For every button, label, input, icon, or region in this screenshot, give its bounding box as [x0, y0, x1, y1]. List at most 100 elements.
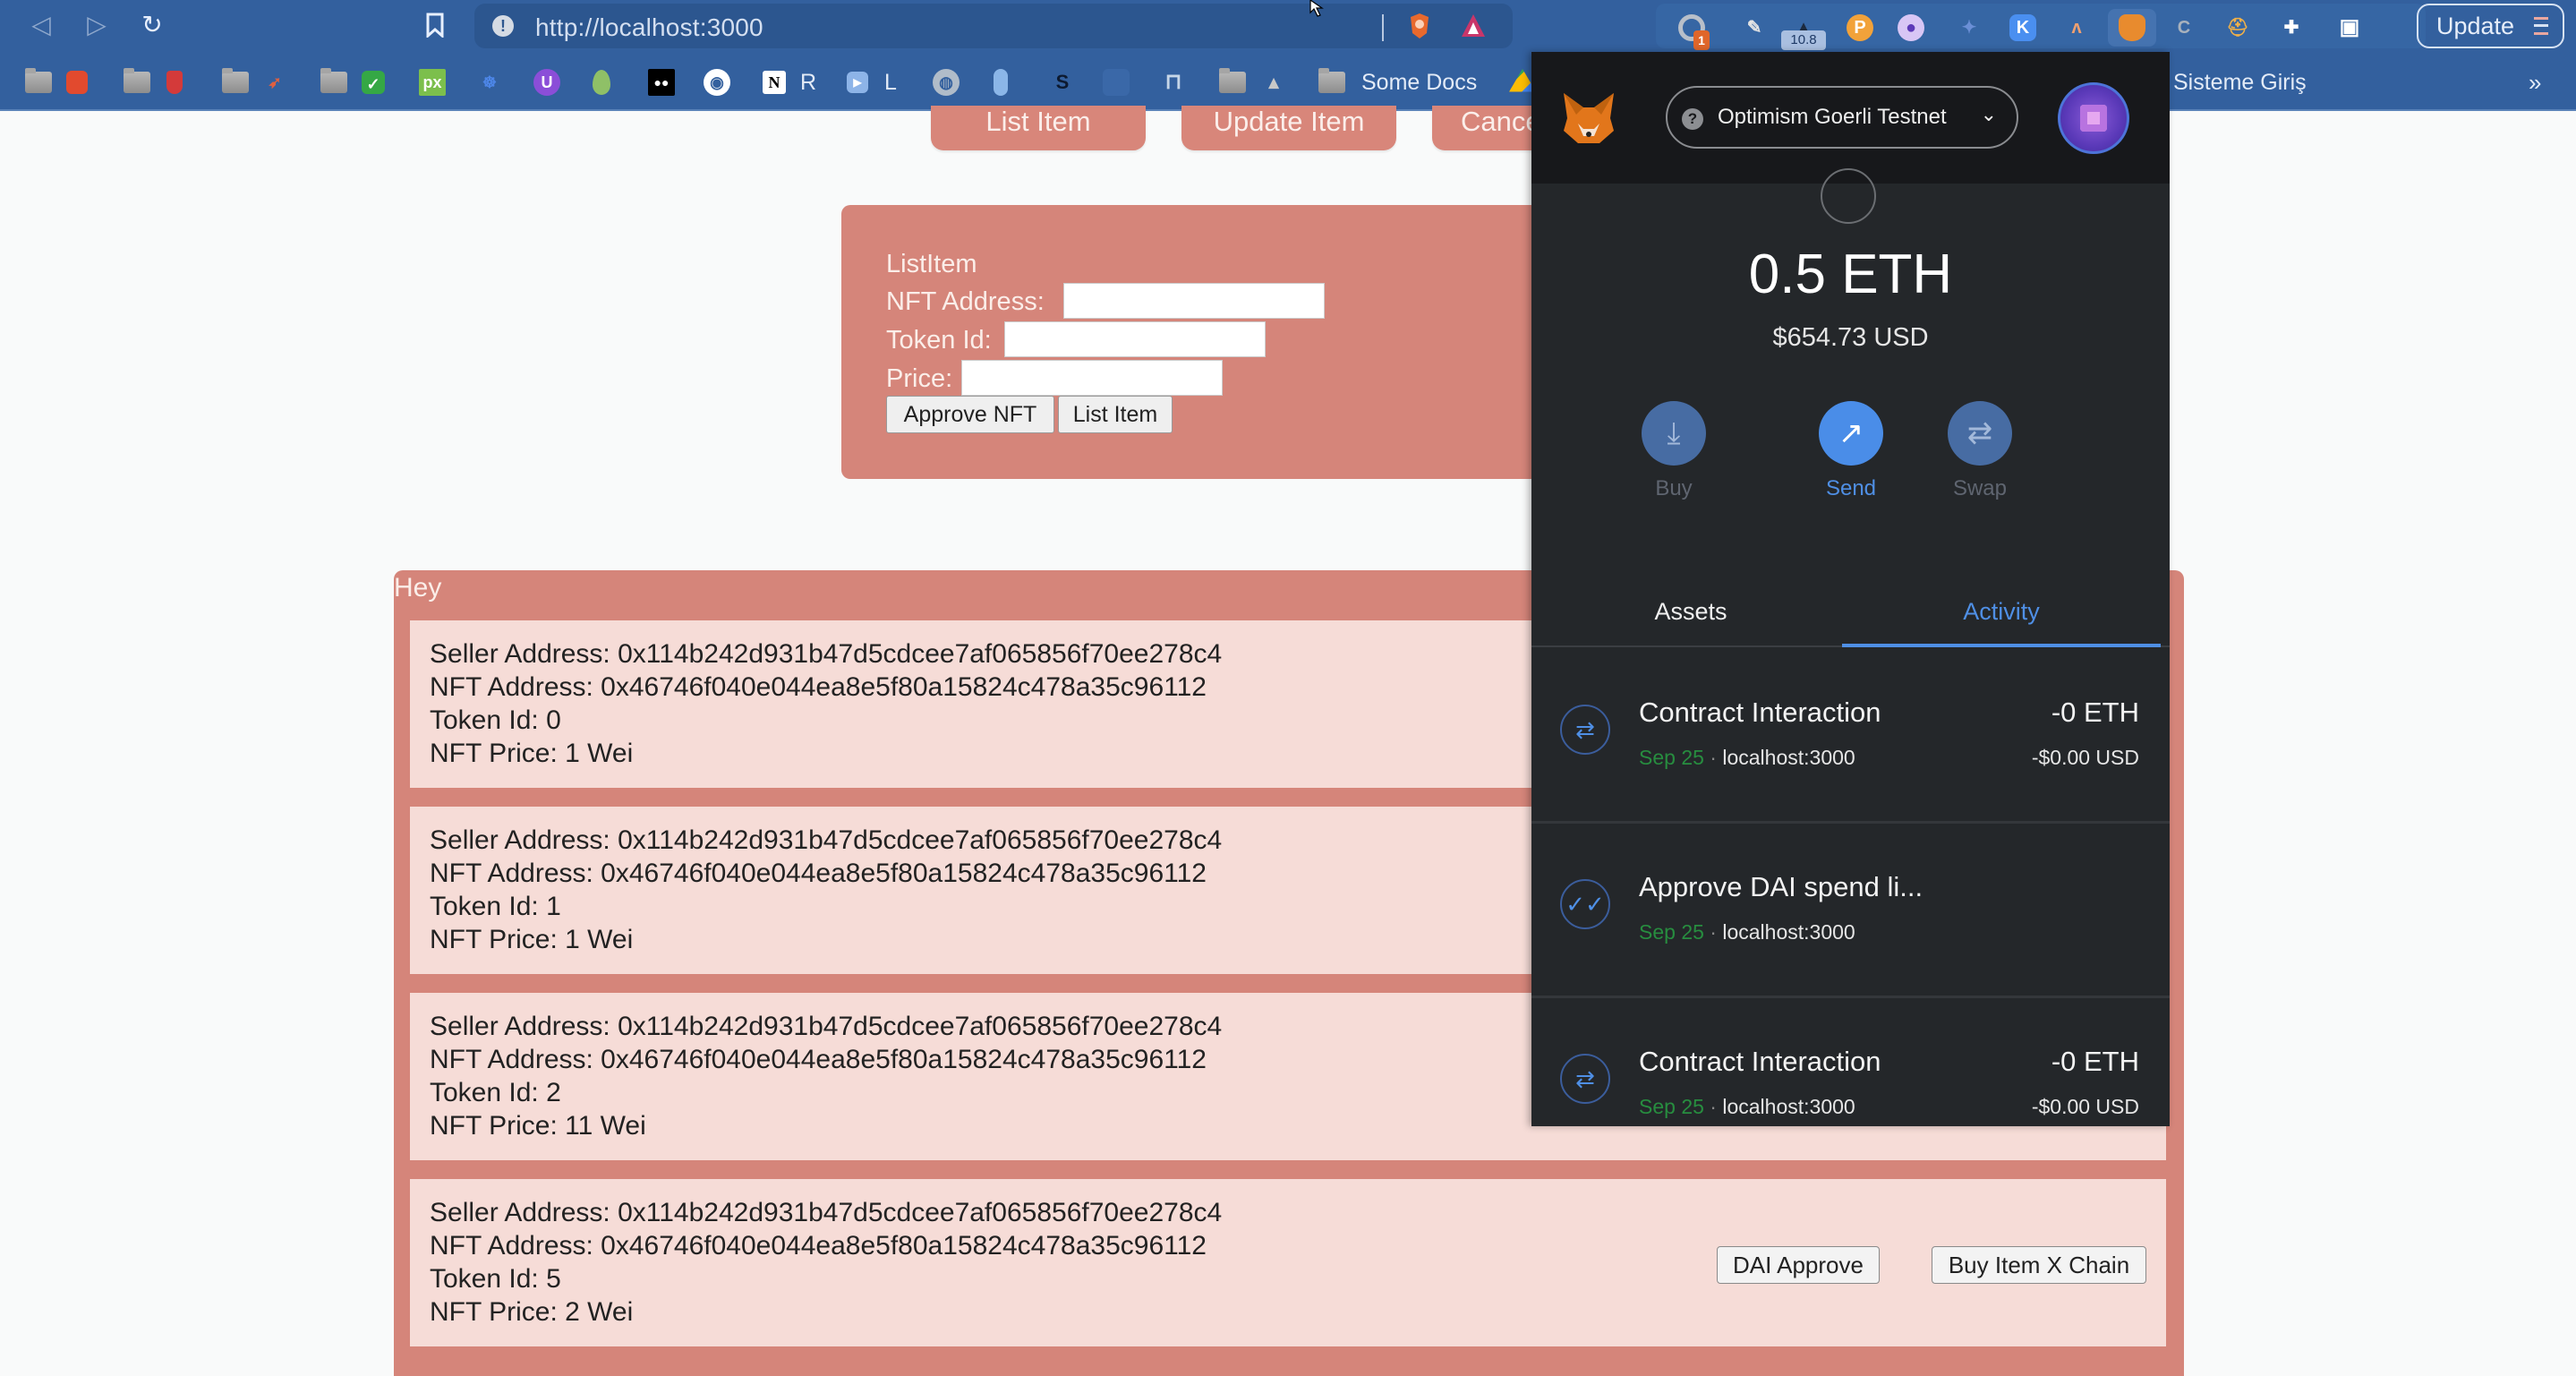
listings-title: Hey — [394, 573, 442, 603]
extensions-bar: 1 ✎ ▲ 10.8 P ● ✦ K ʌ C ⛑ ✚ ▣ — [1656, 4, 2426, 50]
bookmark-folder[interactable] — [222, 68, 249, 97]
list-item-form: ListItem NFT Address: Token Id: Price: A… — [841, 205, 1647, 479]
price-input[interactable] — [961, 360, 1223, 396]
listing-card: Seller Address: 0x114b242d931b47d5cdcee7… — [410, 1179, 2166, 1346]
send-button[interactable]: ↗ Send — [1819, 401, 1883, 501]
bookmark-item[interactable]: ✓ — [362, 68, 385, 97]
tx-origin: localhost:3000 — [1722, 1095, 1855, 1118]
bookmark-label: R — [800, 69, 817, 95]
dai-approve-button[interactable]: DAI Approve — [1717, 1246, 1880, 1284]
satellite-extension-icon[interactable]: ✦ — [1956, 14, 1983, 41]
list-item-nav-button[interactable]: List Item — [931, 106, 1146, 150]
account-avatar[interactable] — [2058, 82, 2129, 154]
bookmark-item-sisteme-giris[interactable]: Sisteme Giriş — [2173, 68, 2307, 97]
helmet-extension-icon[interactable]: ⛑ — [2224, 14, 2251, 41]
brave-rewards-icon[interactable] — [1459, 12, 1488, 40]
p-extension-icon[interactable]: P — [1847, 14, 1873, 41]
activity-item[interactable]: ⇄ Contract Interaction Sep 25 · localhos… — [1531, 649, 2170, 824]
bookmark-folder[interactable] — [124, 68, 150, 97]
tx-date: Sep 25 — [1639, 1095, 1704, 1118]
bookmark-item[interactable]: ◉ — [704, 68, 730, 97]
a-icon: ▴ — [1268, 71, 1279, 93]
buy-item-x-chain-button[interactable]: Buy Item X Chain — [1932, 1246, 2146, 1284]
medium-icon: ●● — [648, 69, 675, 96]
token-id: Token Id: 2 — [430, 1078, 561, 1107]
bookmark-item[interactable]: px — [419, 68, 446, 97]
bookmark-item-r[interactable]: NR — [763, 68, 816, 97]
pen-extension-icon[interactable]: ✎ — [1741, 14, 1768, 41]
tx-date: Sep 25 — [1639, 746, 1704, 769]
network-name: Optimism Goerli Testnet — [1718, 105, 1947, 129]
swap-button[interactable]: ⇄ Swap — [1948, 401, 2012, 501]
bookmark-item[interactable] — [994, 68, 1008, 97]
balance-usd: $654.73 USD — [1772, 323, 1929, 352]
approve-nft-button[interactable]: Approve NFT — [886, 396, 1054, 433]
nft-address-input[interactable] — [1063, 283, 1325, 319]
ghost-extension-icon[interactable]: ● — [1898, 14, 1924, 41]
red-app-icon — [66, 71, 88, 94]
seller-address: Seller Address: 0x114b242d931b47d5cdcee7… — [430, 825, 1223, 855]
bookmark-folder[interactable] — [25, 68, 52, 97]
site-info-icon[interactable]: ! — [492, 15, 514, 37]
bookmarks-bar: ➶ ✓ px ☸ U ●● ◉ NR ▶ L ◍ S ⊓ ▴ Some Docs … — [0, 52, 2576, 111]
tx-amount: -0 ETH — [2051, 697, 2139, 728]
send-label: Send — [1825, 476, 1877, 500]
token-id-input[interactable] — [1004, 321, 1266, 357]
tab-assets[interactable]: Assets — [1531, 589, 1850, 647]
list-item-button[interactable]: List Item — [1058, 396, 1173, 433]
bookmark-item[interactable]: ●● — [648, 68, 675, 97]
forward-button[interactable]: ▷ — [81, 9, 113, 41]
token-id-label: Token Id: — [886, 326, 992, 355]
activity-item[interactable]: ✓✓ Approve DAI spend li... Sep 25 · loca… — [1531, 824, 2170, 998]
buy-button[interactable]: ⤓ Buy — [1642, 401, 1706, 501]
back-button[interactable]: ◁ — [25, 9, 57, 41]
bookmark-item[interactable]: U — [533, 68, 560, 97]
swap-label: Swap — [1952, 476, 2008, 500]
update-button[interactable]: Update — [2417, 4, 2564, 48]
bookmark-folder[interactable] — [1219, 68, 1246, 97]
bookmark-button[interactable] — [419, 9, 451, 41]
tx-title: Approve DAI spend li... — [1639, 871, 1923, 902]
bookmark-folder-some-docs[interactable]: Some Docs — [1318, 68, 1477, 97]
bookmark-item[interactable] — [593, 68, 610, 97]
metamask-tabs: Assets Activity — [1531, 589, 2170, 647]
bookmark-item[interactable]: ☸ — [476, 68, 503, 97]
bookmark-item[interactable]: ◍ — [933, 68, 960, 97]
bookmark-item[interactable] — [166, 68, 183, 97]
bookmark-item[interactable] — [66, 68, 88, 97]
c-extension-icon[interactable]: C — [2171, 14, 2197, 41]
bookmark-item[interactable]: ➶ — [261, 68, 288, 97]
puzzle-extensions-icon[interactable]: ✚ — [2278, 14, 2305, 41]
network-selector[interactable]: ? Optimism Goerli Testnet ⌄ — [1666, 86, 2018, 149]
tab-activity[interactable]: Activity — [1842, 589, 2161, 647]
more-bookmarks-button[interactable]: » — [2529, 68, 2541, 97]
update-item-nav-button[interactable]: Update Item — [1181, 106, 1396, 150]
nft-price: NFT Price: 1 Wei — [430, 739, 634, 768]
activity-item[interactable]: ⇄ Contract Interaction Sep 25 · localhos… — [1531, 998, 2170, 1126]
tx-fiat: -$0.00 USD — [2031, 746, 2139, 769]
bookmark-item[interactable]: S — [1049, 68, 1076, 97]
nft-price: NFT Price: 2 Wei — [430, 1297, 634, 1327]
wallet-icon[interactable]: ▣ — [2336, 14, 2363, 41]
bookmark-folder[interactable] — [320, 68, 347, 97]
bookmark-item[interactable]: ⊓ — [1160, 68, 1187, 97]
address-bar[interactable]: ! http://localhost:3000 — [474, 4, 1513, 48]
separator-dot: · — [1710, 1095, 1723, 1118]
separator-dot: · — [1710, 746, 1723, 769]
nft-address-label: NFT Address: — [886, 287, 1045, 316]
crane-icon: ⊓ — [1164, 70, 1182, 94]
a-plus-extension-icon[interactable]: ʌ — [2063, 14, 2090, 41]
k-extension-icon[interactable]: K — [2009, 14, 2036, 41]
folder-icon — [222, 68, 249, 93]
url-divider — [1382, 14, 1384, 41]
reload-button[interactable]: ↻ — [136, 9, 168, 41]
bookmark-item[interactable]: ▴ — [1260, 68, 1287, 97]
brave-shields-icon[interactable] — [1405, 12, 1434, 40]
bookmark-item[interactable] — [1103, 68, 1130, 97]
url-text[interactable]: http://localhost:3000 — [535, 13, 763, 42]
bookmark-item-l[interactable]: ▶ L — [847, 68, 897, 97]
feather-icon — [994, 69, 1008, 96]
folder-icon — [25, 68, 52, 93]
token-id: Token Id: 0 — [430, 705, 561, 735]
drop-icon — [593, 70, 610, 95]
